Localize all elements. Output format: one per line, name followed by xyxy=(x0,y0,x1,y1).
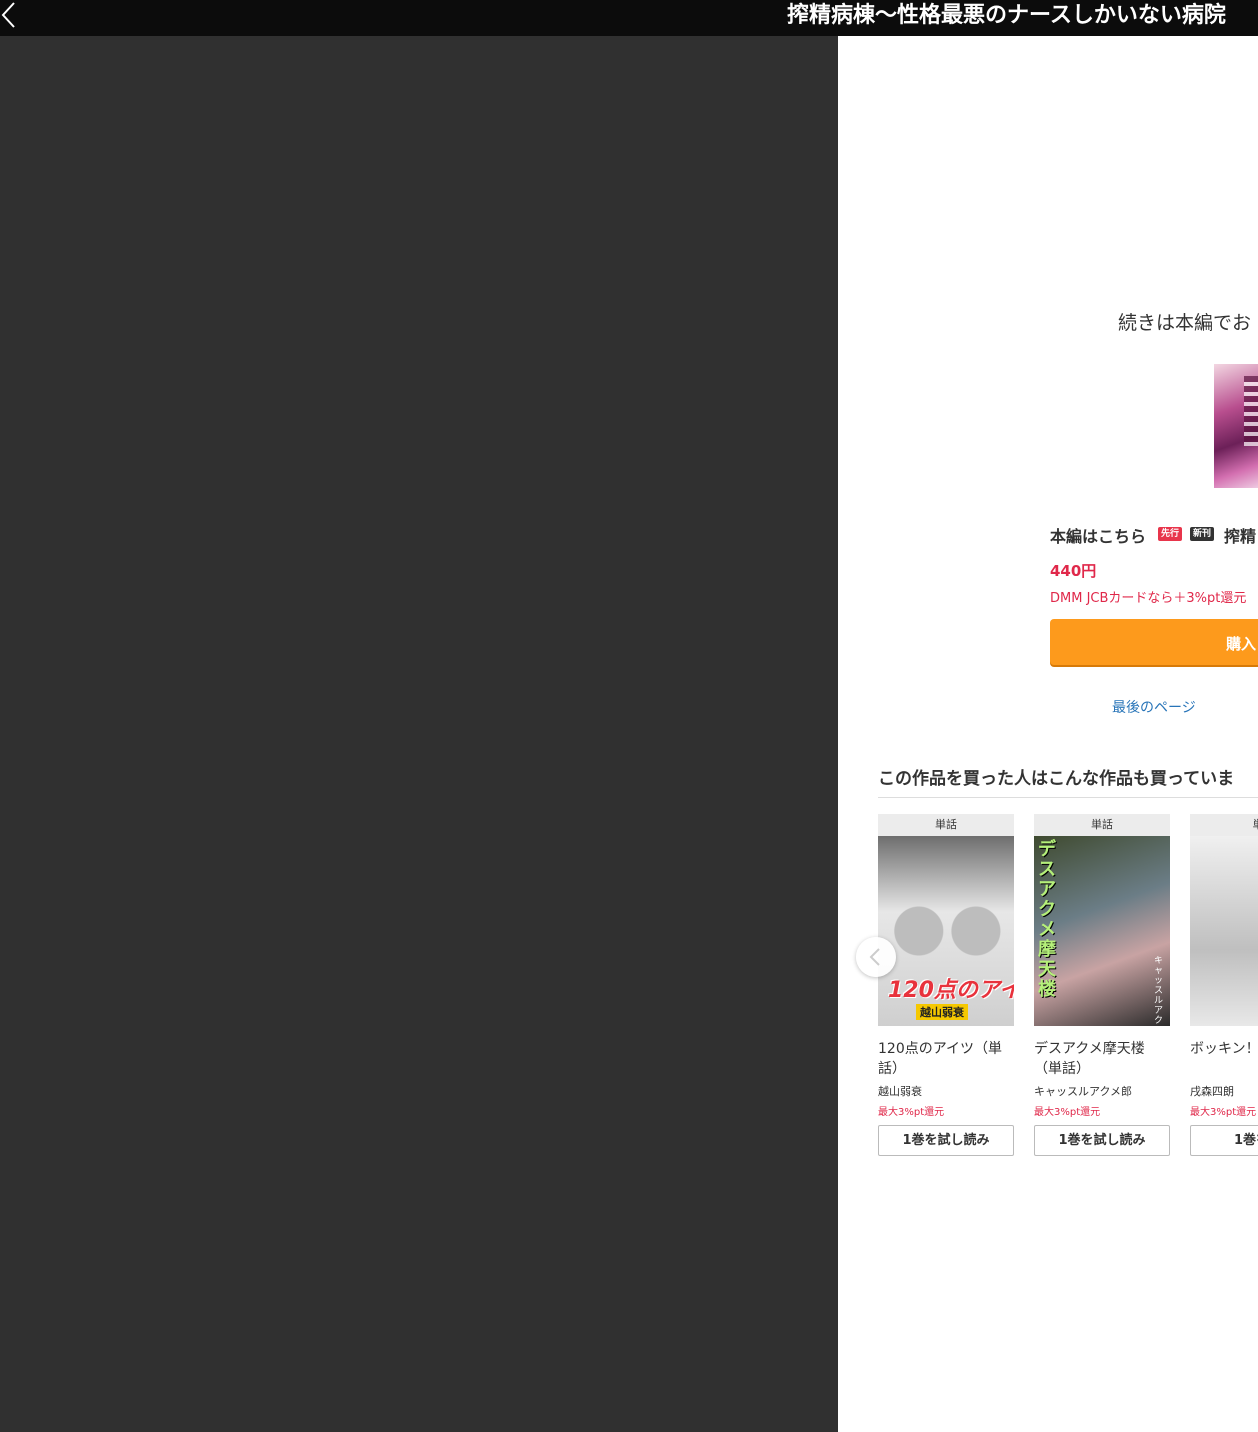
card-point: 最大3%pt還元 xyxy=(1190,1107,1257,1118)
card-author[interactable]: 戌森四朗 xyxy=(1190,1083,1234,1099)
cover-title: デスアクメ摩天楼 xyxy=(1038,839,1056,1000)
jcb-point-note: DMM JCBカードなら＋3%pt還元 xyxy=(1050,591,1247,606)
card-cover-image[interactable] xyxy=(1190,836,1258,1026)
card-title[interactable]: デスアクメ摩天楼（単話） xyxy=(1034,1039,1170,1079)
continue-text: 続きは本編でお xyxy=(1118,312,1252,334)
chevron-left-icon xyxy=(869,948,880,966)
card-tag: 単 xyxy=(1190,814,1258,836)
cover-logo: 120点のアイツ xyxy=(888,978,1014,1003)
trial-read-button[interactable]: 1巻を試し読み xyxy=(878,1125,1014,1156)
buy-button[interactable]: 購入 xyxy=(1050,619,1258,665)
viewer-blank-area xyxy=(0,36,838,1432)
card-cover-image[interactable]: 120点のアイツ 越山弱衰 xyxy=(878,836,1014,1026)
main-title-link[interactable]: 搾精 xyxy=(1224,523,1256,547)
badge-senkou: 先行 xyxy=(1158,527,1183,541)
back-arrow-icon[interactable] xyxy=(0,0,22,30)
card-point: 最大3%pt還元 xyxy=(1034,1107,1101,1118)
card-point: 最大3%pt還元 xyxy=(878,1107,945,1118)
top-bar: 搾精病棟〜性格最悪のナースしかいない病院 xyxy=(0,0,1258,36)
card-title[interactable]: 120点のアイツ（単話） xyxy=(878,1039,1014,1079)
price: 440円 xyxy=(1050,562,1097,580)
card-author[interactable]: キャッスルアクメ郎 xyxy=(1034,1083,1132,1099)
card-tag: 単話 xyxy=(878,814,1014,836)
trial-read-button[interactable]: 1巻を試 xyxy=(1190,1125,1258,1156)
buy-button-label: 購入 xyxy=(1226,635,1257,653)
main-cover-image[interactable] xyxy=(1214,364,1258,488)
carousel-prev-button[interactable] xyxy=(856,937,896,977)
card-title[interactable]: ボッキン！ xyxy=(1190,1039,1258,1059)
main-label: 本編はこちら xyxy=(1050,527,1147,546)
badge-shinkan: 新刊 xyxy=(1190,527,1215,541)
recommend-heading: この作品を買った人はこんな作品も買っていま xyxy=(878,769,1235,789)
cover-author: 越山弱衰 xyxy=(916,1004,968,1020)
card-cover-image[interactable]: デスアクメ摩天楼 キャッスルアクメ郎 xyxy=(1034,836,1170,1026)
cover-author: キャッスルアクメ郎 xyxy=(1154,956,1164,1026)
card-tag: 単話 xyxy=(1034,814,1170,836)
card-author[interactable]: 越山弱衰 xyxy=(878,1083,922,1099)
page-title: 搾精病棟〜性格最悪のナースしかいない病院 xyxy=(787,3,1226,28)
end-panel: 続きは本編でお 本編はこちら 先行 新刊 搾精 440円 DMM JCBカードな… xyxy=(838,36,1258,1432)
last-page-link[interactable]: 最後のページ xyxy=(1112,697,1196,717)
recommend-divider xyxy=(878,797,1258,798)
trial-read-button[interactable]: 1巻を試し読み xyxy=(1034,1125,1170,1156)
cover-title-art xyxy=(1244,376,1258,446)
